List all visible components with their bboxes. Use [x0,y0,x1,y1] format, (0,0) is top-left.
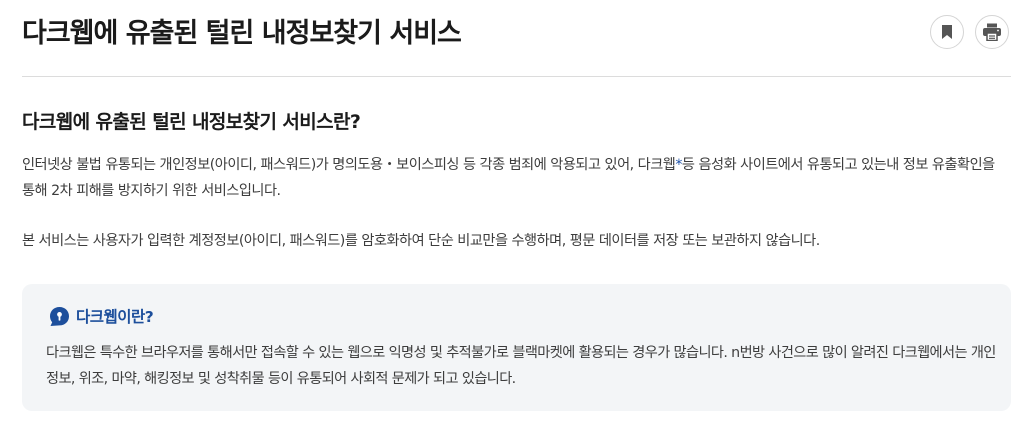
intro-paragraph-1: 인터넷상 불법 유통되는 개인정보(아이디, 패스워드)가 명의도용・보이스피싱… [22,152,1002,204]
page-header: 다크웹에 유출된 털린 내정보찾기 서비스 [22,0,1011,77]
darkweb-info-box: 다크웹이란? 다크웹은 특수한 브라우저를 통해서만 접속할 수 있는 웹으로 … [22,284,1011,411]
bookmark-icon [942,25,952,39]
lock-bubble-icon [49,306,70,327]
printer-icon [983,23,1001,41]
print-button[interactable] [975,15,1009,49]
info-box-header: 다크웹이란? [49,305,154,327]
page-title: 다크웹에 유출된 털린 내정보찾기 서비스 [22,18,462,49]
bookmark-button[interactable] [930,15,964,49]
info-box-title: 다크웹이란? [76,308,154,326]
intro-paragraph-2: 본 서비스는 사용자가 입력한 계정정보(아이디, 패스워드)를 암호화하여 단… [22,233,820,249]
intro-paragraph-1-text: 인터넷상 불법 유통되는 개인정보(아이디, 패스워드)가 명의도용・보이스피싱… [22,157,676,173]
section-title: 다크웹에 유출된 털린 내정보찾기 서비스란? [22,111,361,133]
page: 다크웹에 유출된 털린 내정보찾기 서비스 다크웹에 유출된 털린 내정보찾기 … [0,0,1029,429]
info-box-text: 다크웹은 특수한 브라우저를 통해서만 접속할 수 있는 웹으로 익명성 및 추… [46,345,996,387]
footnote-asterisk: * [675,157,682,173]
